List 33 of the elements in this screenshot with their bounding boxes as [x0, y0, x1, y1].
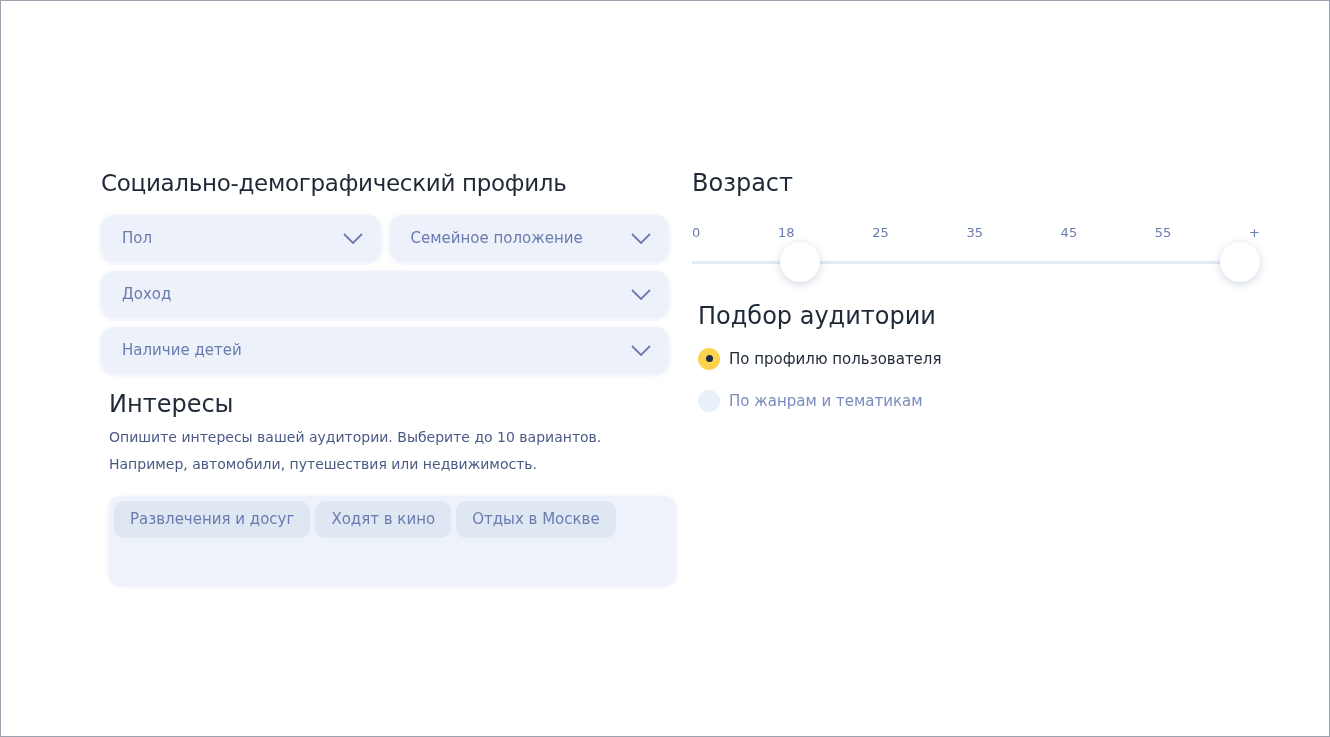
select-placeholder: Доход — [122, 284, 172, 306]
section-title: Социально-демографический профиль — [101, 169, 568, 198]
dropdown-select[interactable]: Доход — [101, 271, 669, 318]
chevron-down-icon — [631, 232, 651, 245]
select-placeholder: Пол — [122, 228, 153, 250]
slider-thumb[interactable] — [1220, 241, 1261, 282]
chevron-down-icon — [631, 288, 651, 301]
tick-label: 35 — [966, 224, 983, 242]
select-placeholder: Семейное положение — [410, 228, 583, 250]
radio-button[interactable] — [698, 347, 720, 370]
select-placeholder: Наличие детей — [122, 340, 242, 362]
description-text: Опишите интересы вашей аудитории. Выберите до 10 вариантов. Например, автомобили, путешествия или недвижимость. — [109, 428, 603, 474]
dropdown-select[interactable]: Пол — [101, 215, 381, 262]
chevron-down-icon — [342, 232, 363, 245]
tick-label: 0 — [692, 224, 701, 242]
section-title: Интересы — [109, 389, 235, 420]
interest-tag[interactable]: Ходят в кино — [315, 501, 452, 538]
section-title: Подбор аудитории — [698, 300, 937, 332]
interests-field[interactable]: Развлечения и досуг Ходят в кино Отдых в Москве — [109, 496, 676, 585]
section-title: Возраст — [692, 168, 795, 199]
tick-label: 25 — [872, 224, 889, 242]
chevron-down-icon — [631, 344, 651, 357]
dropdown-select[interactable]: Наличие детей — [101, 327, 669, 374]
tick-label: 45 — [1060, 224, 1078, 242]
tick-label: + — [1249, 224, 1260, 242]
interest-tag[interactable]: Развлечения и досуг — [114, 501, 311, 538]
tick-label: 18 — [777, 224, 795, 242]
dropdown-select[interactable]: Семейное положение — [389, 215, 669, 262]
radio-label: По профилю пользователя — [729, 348, 942, 370]
interest-tag[interactable]: Отдых в Москве — [456, 501, 616, 538]
radio-label: По жанрам и тематикам — [729, 391, 923, 412]
tick-label: 55 — [1154, 224, 1172, 242]
slider-thumb[interactable] — [779, 241, 820, 282]
